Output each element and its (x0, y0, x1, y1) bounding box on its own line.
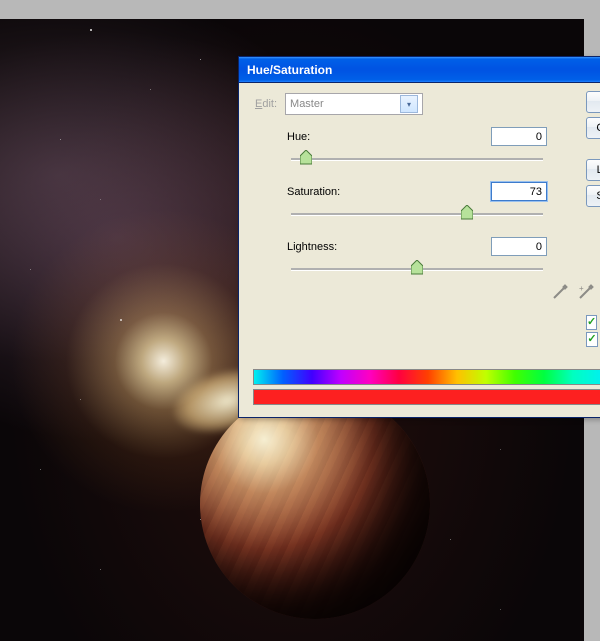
hue-input[interactable] (491, 127, 547, 146)
lightness-label: Lightness: (287, 241, 337, 253)
checkbox-checked-icon: ✓ (586, 315, 597, 330)
load-button[interactable]: Load... (586, 159, 600, 181)
star (100, 199, 101, 200)
svg-text:+: + (579, 284, 584, 293)
lightness-slider-thumb[interactable] (411, 260, 423, 276)
star (200, 59, 201, 60)
saturation-slider[interactable] (291, 205, 543, 223)
result-color-bar (253, 389, 600, 405)
saturation-label: Saturation: (287, 186, 340, 198)
ok-button[interactable]: OK (586, 91, 600, 113)
hue-label: Hue: (287, 131, 310, 143)
dialog-body: Edit: Master ▾ Hue: Saturation: (239, 83, 600, 417)
saturation-slider-thumb[interactable] (461, 205, 473, 221)
star (120, 319, 122, 321)
preview-checkbox-row[interactable]: ✓ Preview (586, 332, 600, 347)
star (450, 539, 451, 540)
colorize-checkbox-row[interactable]: ✓ Colorize (586, 315, 600, 330)
edit-combo[interactable]: Master ▾ (285, 93, 423, 115)
cancel-button[interactable]: Cancel (586, 117, 600, 139)
lightness-slider[interactable] (291, 260, 543, 278)
lightness-input[interactable] (491, 237, 547, 256)
dialog-side-checks: ✓ Colorize ✓ Preview (586, 313, 600, 347)
eyedropper-group: + - (551, 283, 600, 301)
edit-label: Edit: (255, 98, 277, 110)
eyedropper-icon[interactable] (551, 283, 569, 301)
hue-slider-thumb[interactable] (300, 150, 312, 166)
star (60, 139, 61, 140)
checkbox-checked-icon: ✓ (586, 332, 598, 347)
star (150, 89, 151, 90)
lightness-block: Lightness: (287, 237, 547, 278)
star (90, 29, 92, 31)
slider-track-line (291, 158, 543, 161)
saturation-block: Saturation: (287, 182, 547, 223)
dialog-titlebar[interactable]: Hue/Saturation (239, 57, 600, 83)
star (40, 469, 41, 470)
save-button[interactable]: Save... (586, 185, 600, 207)
edit-row: Edit: Master ▾ (255, 93, 600, 115)
slider-track-line (291, 213, 543, 216)
star (100, 569, 101, 570)
hue-block: Hue: (287, 127, 547, 168)
star (80, 399, 81, 400)
artwork-planet (200, 389, 430, 619)
hue-slider[interactable] (291, 150, 543, 168)
chevron-down-icon: ▾ (400, 95, 418, 113)
eyedropper-plus-icon[interactable]: + (577, 283, 595, 301)
hue-saturation-dialog: Hue/Saturation Edit: Master ▾ Hue: (238, 56, 600, 418)
app-chrome-top (0, 0, 600, 19)
star (30, 269, 31, 270)
hue-spectrum-bar (253, 369, 600, 385)
star (500, 449, 501, 450)
star (500, 609, 501, 610)
saturation-input[interactable] (491, 182, 547, 201)
dialog-side-buttons: OK Cancel Load... Save... (586, 91, 600, 207)
dialog-title: Hue/Saturation (247, 63, 332, 77)
edit-combo-value: Master (290, 98, 324, 110)
